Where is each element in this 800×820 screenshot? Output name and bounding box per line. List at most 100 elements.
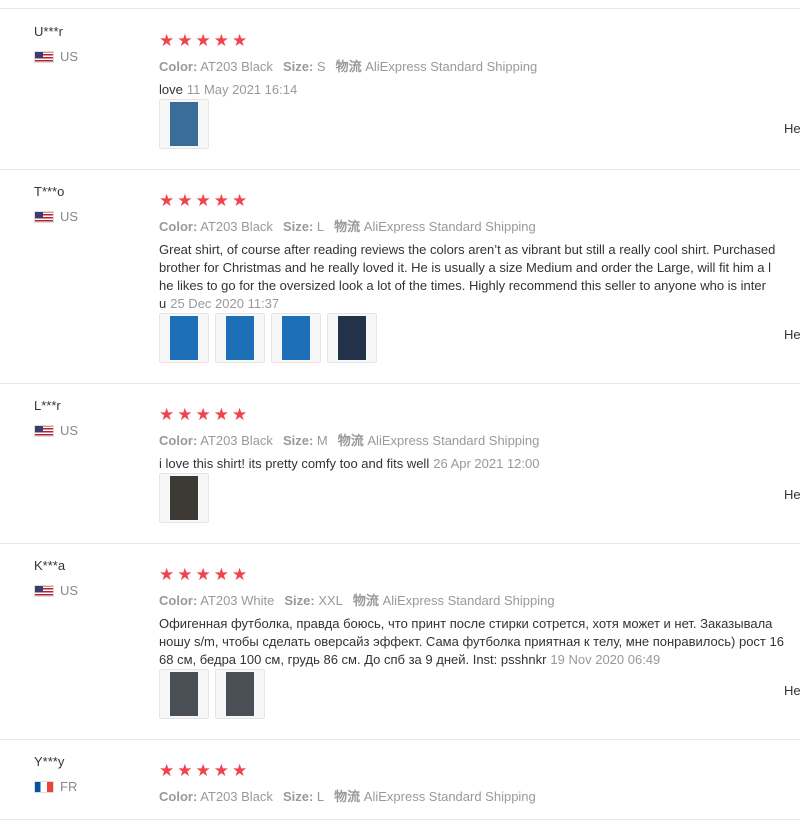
color-value: AT203 Black	[200, 789, 273, 804]
flag-icon	[34, 780, 54, 793]
helpful-button[interactable]: He	[784, 327, 800, 342]
country-code: US	[60, 423, 79, 438]
order-info: Color: AT203 Black Size: L 物流 AliExpress S…	[159, 216, 536, 235]
star-icon: ★	[177, 565, 193, 584]
star-icon: ★	[213, 31, 229, 50]
review-text-line-wrap: 68 см, бедра 100 см, грудь 86 см. До спб…	[159, 651, 800, 669]
star-icon: ★	[195, 191, 211, 210]
order-info: Color: AT203 White Size: XXL 物流 AliExpress…	[159, 590, 555, 609]
review-text: Great shirt, of course after reading rev…	[159, 241, 800, 313]
size-label: Size:	[282, 59, 314, 74]
reviewer-country: US	[34, 209, 78, 224]
size-value: L	[316, 789, 325, 804]
country-code: US	[60, 49, 79, 64]
color-label: Color:	[159, 59, 198, 74]
review-item: L***r US ★ ★ ★ ★ ★ Color: AT203 Black Size: M 物流 …	[0, 383, 800, 544]
reviewer-name: L***r	[34, 398, 61, 413]
review-text-line-wrap: i love this shirt! its pretty comfy too …	[159, 455, 800, 473]
review-photo[interactable]	[159, 313, 209, 363]
shipping-label: 物流	[337, 433, 364, 448]
size-label: Size:	[282, 433, 314, 448]
review-date: 25 Dec 2020 11:37	[170, 296, 280, 311]
shipping-value: AliExpress Standard Shipping	[363, 789, 536, 804]
color-value: AT203 Black	[200, 433, 273, 448]
review-text-line: ношу s/m, чтобы сделать оверсайз эффект.…	[159, 634, 784, 649]
star-icon: ★	[232, 31, 248, 50]
review-text-line-wrap: love 11 May 2021 16:14	[159, 81, 800, 99]
star-icon: ★	[195, 405, 211, 424]
shipping-label: 物流	[352, 593, 379, 608]
size-label: Size:	[282, 219, 314, 234]
photo-subject	[170, 476, 198, 520]
star-rating: ★ ★ ★ ★ ★	[159, 192, 247, 209]
reviewer-country: FR	[34, 779, 77, 794]
review-text-line: love	[159, 82, 183, 97]
star-icon: ★	[177, 405, 193, 424]
review-text: love 11 May 2021 16:14	[159, 81, 800, 99]
review-date: 11 May 2021 16:14	[186, 82, 298, 97]
helpful-button[interactable]: He	[784, 487, 800, 502]
reviewer-name: K***a	[34, 558, 66, 573]
review-text-line-wrap: u 25 Dec 2020 11:37	[159, 295, 800, 313]
star-icon: ★	[195, 761, 211, 780]
shipping-value: AliExpress Standard Shipping	[367, 433, 540, 448]
color-label: Color:	[159, 433, 198, 448]
star-icon: ★	[177, 191, 193, 210]
star-icon: ★	[232, 565, 248, 584]
size-value: S	[316, 59, 326, 74]
star-icon: ★	[195, 565, 211, 584]
review-photos	[159, 473, 209, 523]
color-value: AT203 White	[200, 593, 275, 608]
review-photo[interactable]	[159, 473, 209, 523]
review-photo[interactable]	[215, 669, 265, 719]
star-icon: ★	[159, 31, 175, 50]
review-item: K***a US ★ ★ ★ ★ ★ Color: AT203 White Size: XXL 物…	[0, 543, 800, 740]
reviewer-country: US	[34, 423, 78, 438]
size-value: XXL	[318, 593, 343, 608]
review-text: Офигенная футболка, правда боюсь, что пр…	[159, 615, 800, 669]
review-text-line: brother for Christmas and he really love…	[159, 260, 771, 275]
order-info: Color: AT203 Black Size: M 物流 AliExpress S…	[159, 430, 539, 449]
review-item: T***o US ★ ★ ★ ★ ★ Color: AT203 Black Size: L 物流 …	[0, 169, 800, 384]
star-icon: ★	[159, 191, 175, 210]
review-text-line: Great shirt, of course after reading rev…	[159, 242, 776, 257]
star-icon: ★	[232, 761, 248, 780]
review-photo[interactable]	[159, 99, 209, 149]
review-photo[interactable]	[327, 313, 377, 363]
review-text-line: 68 см, бедра 100 см, грудь 86 см. До спб…	[159, 652, 547, 667]
country-code: US	[60, 583, 79, 598]
review-photo[interactable]	[159, 669, 209, 719]
star-icon: ★	[177, 31, 193, 50]
star-icon: ★	[213, 191, 229, 210]
star-icon: ★	[159, 405, 175, 424]
helpful-button[interactable]: He	[784, 121, 800, 136]
photo-subject	[282, 316, 310, 360]
review-text: i love this shirt! its pretty comfy too …	[159, 455, 800, 473]
star-icon: ★	[159, 565, 175, 584]
review-photo[interactable]	[215, 313, 265, 363]
order-info: Color: AT203 Black Size: L 物流 AliExpress S…	[159, 786, 536, 805]
review-text-line: u	[159, 296, 167, 311]
reviewer-country: US	[34, 49, 78, 64]
review-photo[interactable]	[271, 313, 321, 363]
reviewer-name: Y***y	[34, 754, 65, 769]
color-label: Color:	[159, 593, 198, 608]
review-text-line: Офигенная футболка, правда боюсь, что пр…	[159, 616, 773, 631]
shipping-value: AliExpress Standard Shipping	[365, 59, 538, 74]
photo-subject	[170, 672, 198, 716]
color-value: AT203 Black	[200, 59, 273, 74]
photo-subject	[170, 316, 198, 360]
flag-icon	[34, 210, 54, 223]
star-icon: ★	[177, 761, 193, 780]
photo-subject	[170, 102, 198, 146]
star-icon: ★	[213, 405, 229, 424]
order-info: Color: AT203 Black Size: S 物流 AliExpress S…	[159, 56, 537, 75]
helpful-button[interactable]: He	[784, 683, 800, 698]
review-photos	[159, 669, 265, 719]
flag-icon	[34, 50, 54, 63]
country-code: FR	[60, 779, 78, 794]
country-code: US	[60, 209, 79, 224]
star-icon: ★	[195, 31, 211, 50]
star-rating: ★ ★ ★ ★ ★	[159, 406, 247, 423]
review-date: 19 Nov 2020 06:49	[550, 652, 661, 667]
